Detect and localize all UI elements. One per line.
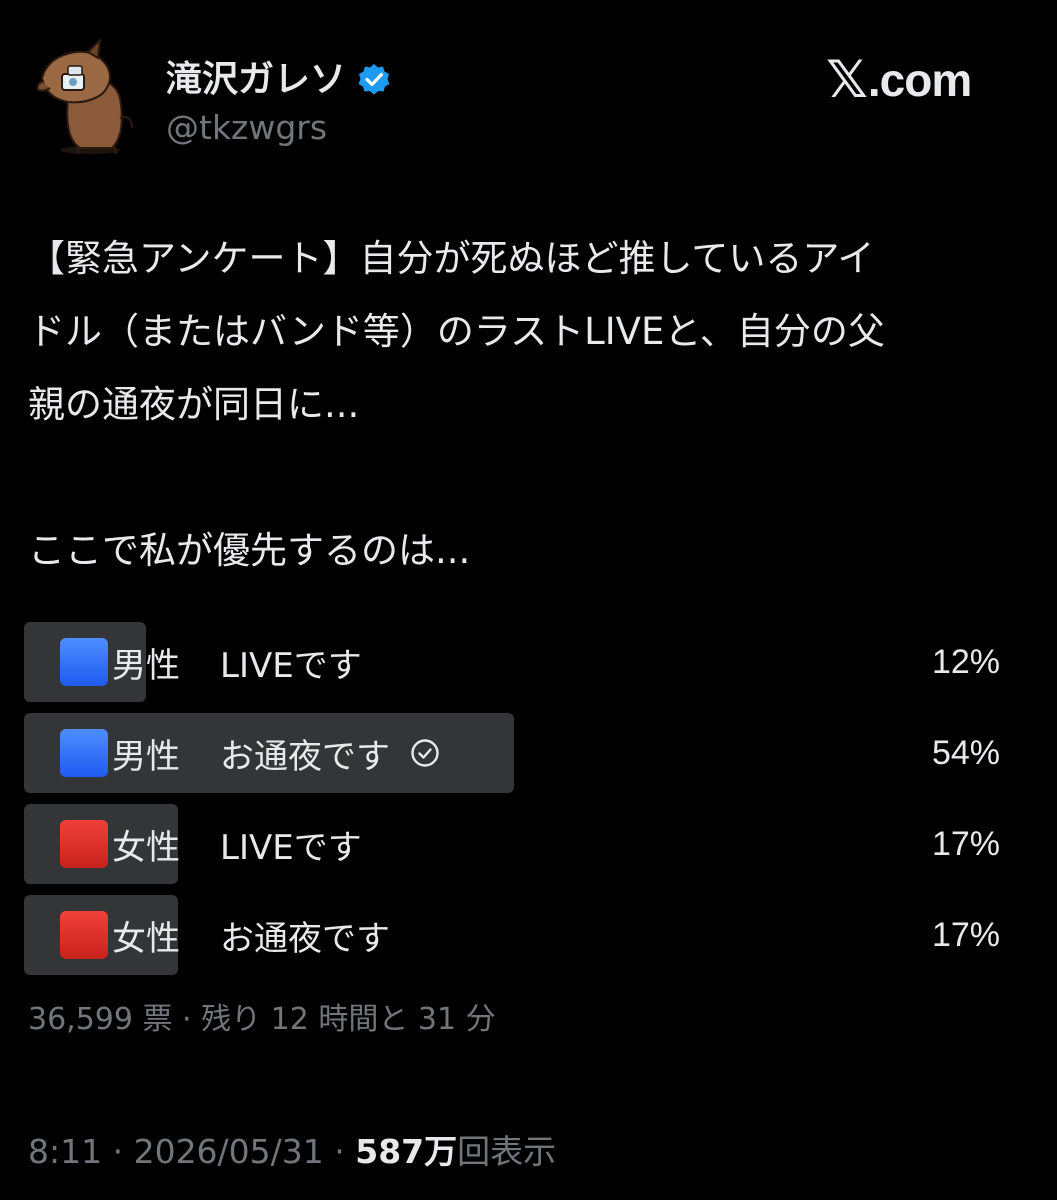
poll-option-percent: 17% bbox=[931, 915, 1000, 954]
x-logo: 𝕏 .com bbox=[826, 50, 972, 110]
tweet-paragraph-1: 【緊急アンケート】自分が死ぬほど推しているアイ ドル（またはバンド等）のラストL… bbox=[28, 237, 885, 426]
views-count: 587万 bbox=[355, 1132, 458, 1171]
poll-option-percent: 12% bbox=[931, 642, 1000, 681]
x-logo-icon: 𝕏 bbox=[826, 50, 868, 110]
red-square-icon bbox=[60, 911, 108, 959]
poll-option-choice: LIVEです bbox=[220, 645, 362, 686]
poll-option-label: 女性 お通夜です bbox=[60, 895, 390, 975]
tweet-timestamp[interactable]: 8:11 · 2026/05/31 · bbox=[28, 1132, 355, 1171]
avatar[interactable] bbox=[28, 37, 146, 156]
author-display-name[interactable]: 滝沢ガレソ bbox=[166, 58, 346, 102]
tweet-timestamp-views: 8:11 · 2026/05/31 · 587万回表示 bbox=[28, 1130, 556, 1174]
poll-option-percent: 54% bbox=[931, 733, 1000, 772]
tweet-text: 【緊急アンケート】自分が死ぬほど推しているアイ ドル（またはバンド等）のラストL… bbox=[28, 222, 1028, 587]
poll-option-gender: 女性 bbox=[112, 918, 180, 959]
poll-vote-summary: 36,599 票 · 残り 12 時間と 31 分 bbox=[28, 1002, 496, 1037]
poll-option-label: 女性 LIVEです bbox=[60, 804, 362, 884]
poll-option[interactable]: 男性 LIVEです 12% bbox=[24, 622, 1004, 702]
poll-option-gender: 男性 bbox=[112, 736, 180, 777]
poll-option-gender: 女性 bbox=[112, 827, 180, 868]
poll-option-choice: お通夜です bbox=[220, 736, 390, 777]
poll-option-label: 男性 お通夜です bbox=[60, 713, 440, 793]
poll-option[interactable]: 女性 お通夜です 17% bbox=[24, 895, 1004, 975]
voted-check-icon bbox=[411, 739, 439, 767]
poll-option[interactable]: 女性 LIVEです 17% bbox=[24, 804, 1004, 884]
poll-option-gender: 男性 bbox=[112, 645, 180, 686]
tweet-paragraph-2: ここで私が優先するのは... bbox=[28, 529, 471, 572]
blue-square-icon bbox=[60, 729, 108, 777]
poll-option-choice: お通夜です bbox=[220, 918, 390, 959]
poll-option[interactable]: 男性 お通夜です 54% bbox=[24, 713, 1004, 793]
author-name-row[interactable]: 滝沢ガレソ bbox=[166, 58, 392, 102]
avatar-image bbox=[36, 37, 133, 155]
poll-option-label: 男性 LIVEです bbox=[60, 622, 362, 702]
verified-badge-icon bbox=[358, 64, 390, 95]
blue-square-icon bbox=[60, 638, 108, 686]
poll: 男性 LIVEです 12% 男性 お通夜です 54% 女性 LIVEです 17% bbox=[24, 622, 1004, 986]
views-label: 回表示 bbox=[457, 1132, 557, 1171]
author-handle[interactable]: @tkzwgrs bbox=[166, 108, 327, 148]
red-square-icon bbox=[60, 820, 108, 868]
poll-option-percent: 17% bbox=[931, 824, 1000, 863]
x-logo-suffix: .com bbox=[867, 54, 972, 106]
poll-option-choice: LIVEです bbox=[220, 827, 362, 868]
